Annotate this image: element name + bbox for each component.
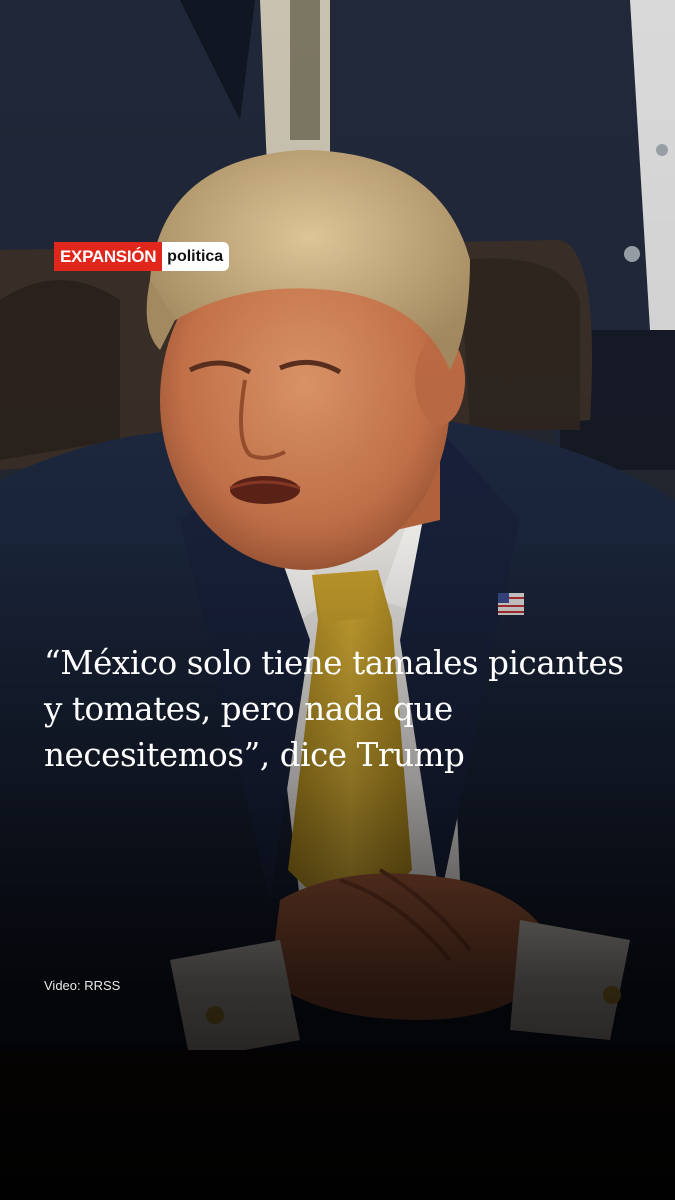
headline-quote: “México solo tiene tamales picantes y to… xyxy=(44,644,624,774)
logo-section-text: politica xyxy=(162,242,230,271)
bottom-gradient-overlay xyxy=(0,0,675,1200)
video-frame: EXPANSIÓN politica “México solo tiene ta… xyxy=(0,0,675,1200)
brand-logo: EXPANSIÓN politica xyxy=(54,242,230,271)
video-credit: Video: RRSS xyxy=(44,978,121,993)
logo-brand-text: EXPANSIÓN xyxy=(54,242,163,271)
